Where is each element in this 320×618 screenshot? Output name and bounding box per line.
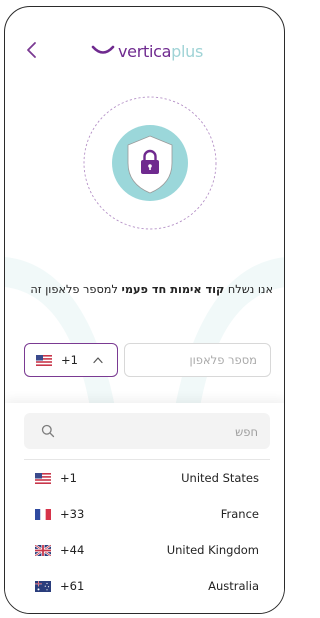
us-flag-icon bbox=[36, 354, 52, 366]
country-option-name: Australia bbox=[208, 579, 259, 593]
logo-text-secondary: plus bbox=[171, 41, 204, 61]
us-flag-icon bbox=[35, 472, 51, 484]
country-option-au[interactable]: +61 Australia bbox=[24, 571, 270, 601]
logo-wordmark: verticaplus bbox=[118, 42, 203, 61]
country-option-name: United Kingdom bbox=[166, 543, 259, 557]
country-option-code: +1 bbox=[60, 471, 77, 485]
country-option-us[interactable]: +1 United States bbox=[24, 463, 270, 493]
country-option-name: France bbox=[220, 507, 259, 521]
country-option-name: United States bbox=[181, 471, 259, 485]
country-option-code: +44 bbox=[60, 543, 85, 557]
phone-frame: verticaplus אנו נשלח קוד אימות חד פעמי ל… bbox=[4, 6, 285, 614]
shield-lock-illustration bbox=[83, 96, 217, 230]
logo-mark-icon bbox=[91, 45, 115, 54]
search-icon bbox=[41, 424, 55, 438]
fr-flag-icon bbox=[35, 508, 51, 520]
country-code-select[interactable]: +1 bbox=[24, 343, 118, 377]
logo-text-primary: vertica bbox=[118, 41, 172, 61]
country-option-fr[interactable]: +33 France bbox=[24, 499, 270, 529]
chevron-up-icon bbox=[93, 357, 103, 364]
country-option-code: +33 bbox=[60, 507, 85, 521]
selected-country-code: +1 bbox=[61, 353, 78, 367]
country-option-uk[interactable]: +44 United Kingdom bbox=[24, 535, 270, 565]
message-bold: קוד אימות חד פעמי bbox=[121, 283, 225, 296]
country-search-input[interactable] bbox=[64, 413, 260, 451]
brand-logo: verticaplus bbox=[91, 40, 203, 62]
otp-message: אנו נשלח קוד אימות חד פעמי למספר פלאפון … bbox=[11, 283, 273, 296]
uk-flag-icon bbox=[35, 544, 51, 556]
message-suffix: למספר פלאפון זה bbox=[30, 283, 122, 296]
country-option-code: +61 bbox=[60, 579, 85, 593]
phone-number-input[interactable] bbox=[124, 343, 271, 377]
country-search[interactable] bbox=[24, 413, 270, 451]
message-prefix: אנו נשלח bbox=[224, 283, 273, 296]
country-dropdown: +1 United States +33 France +44 bbox=[5, 403, 284, 613]
back-button[interactable] bbox=[22, 39, 42, 61]
dropdown-divider bbox=[24, 459, 270, 460]
au-flag-icon bbox=[35, 580, 51, 592]
